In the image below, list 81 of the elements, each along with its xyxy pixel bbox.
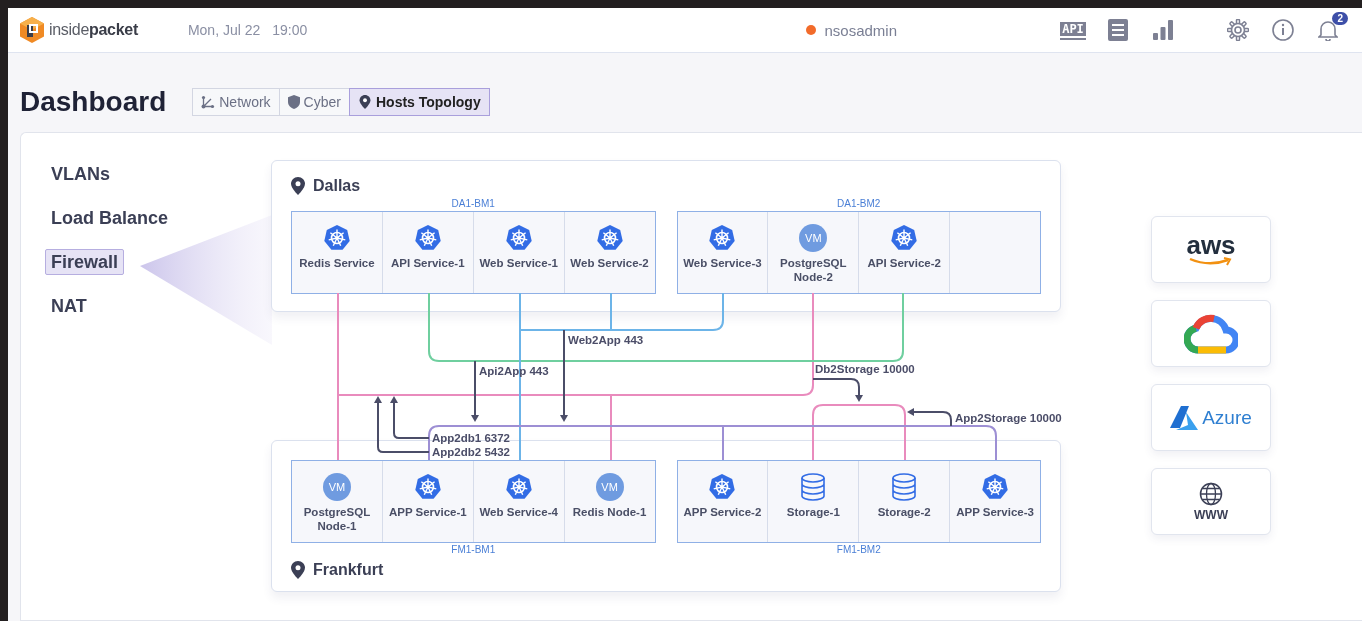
node-label: Web Service-2 bbox=[570, 256, 649, 270]
tab[interactable]: Network bbox=[193, 88, 280, 115]
map-pin-icon bbox=[291, 561, 305, 579]
menu-item[interactable]: NAT bbox=[45, 293, 93, 319]
kubernetes-icon bbox=[981, 473, 1010, 501]
bell-icon bbox=[1318, 19, 1338, 41]
cloud-provider-card[interactable]: WWW bbox=[1151, 468, 1271, 535]
azure-logo-text: Azure bbox=[1202, 406, 1252, 429]
user-name: nsosadmin bbox=[824, 21, 897, 39]
node-label: Web Service-3 bbox=[683, 256, 762, 270]
menu-item[interactable]: Firewall bbox=[45, 249, 125, 275]
node-label: Storage-1 bbox=[786, 505, 840, 519]
kubernetes-icon bbox=[413, 473, 442, 501]
flow-label: App2Storage 10000 bbox=[955, 412, 1062, 424]
kubernetes-icon bbox=[413, 224, 442, 252]
cloud-icon bbox=[1184, 313, 1238, 354]
site-name: Dallas bbox=[313, 177, 361, 195]
azure-logo-icon bbox=[1170, 405, 1199, 430]
host-label: FM1-BM1 bbox=[450, 543, 497, 557]
logo-icon bbox=[20, 17, 44, 43]
node-label: APP Service-3 bbox=[956, 505, 1034, 519]
menu-item[interactable]: VLANs bbox=[45, 161, 116, 187]
settings-icon bbox=[1227, 19, 1249, 41]
kubernetes-icon bbox=[708, 224, 737, 252]
node-label: Web Service-4 bbox=[479, 505, 558, 519]
bar-chart-icon bbox=[1153, 20, 1173, 40]
logo-text: insidepacket bbox=[49, 21, 138, 39]
kubernetes-icon bbox=[504, 473, 533, 501]
menu-item[interactable]: Load Balance bbox=[45, 205, 175, 231]
flow-label: Db2Storage 10000 bbox=[815, 363, 915, 375]
node-label: APP Service-2 bbox=[683, 505, 762, 519]
api-button[interactable]: API bbox=[1057, 14, 1089, 46]
node-label: API Service-2 bbox=[867, 256, 941, 270]
flow-arrow bbox=[374, 396, 430, 453]
flow-label: App2db1 6372 bbox=[432, 432, 510, 444]
node-label: Redis Node-1 bbox=[572, 505, 647, 519]
globe-icon bbox=[1199, 481, 1223, 506]
shield-icon bbox=[287, 94, 300, 109]
database-icon bbox=[891, 473, 918, 501]
node-label: Web Service-1 bbox=[479, 256, 558, 270]
flow-label: App2db2 5432 bbox=[432, 446, 510, 458]
flow-arrow bbox=[907, 408, 952, 427]
kubernetes-icon bbox=[890, 224, 919, 252]
tab[interactable]: Hosts Topology bbox=[349, 88, 489, 115]
vm-badge: VM bbox=[322, 473, 351, 501]
cloud-provider-card[interactable] bbox=[1151, 300, 1271, 367]
site-name: Frankfurt bbox=[313, 561, 384, 579]
map-pin-icon bbox=[357, 94, 372, 109]
node-label: Redis Service bbox=[299, 256, 375, 270]
cloud-provider-card[interactable]: Azure bbox=[1151, 384, 1271, 451]
flow-arrow bbox=[812, 378, 863, 402]
host-label: DA1-BM2 bbox=[836, 197, 882, 211]
map-pin-icon bbox=[291, 177, 305, 195]
notification-badge: 2 bbox=[1332, 12, 1348, 25]
kubernetes-icon bbox=[322, 224, 351, 252]
www-text: WWW bbox=[1194, 507, 1228, 522]
node-label: PostgreSQL Node-1 bbox=[302, 505, 372, 533]
date-text: Mon, Jul 22 bbox=[187, 22, 261, 38]
host-label: FM1-BM2 bbox=[835, 543, 882, 557]
host-label: DA1-BM1 bbox=[450, 197, 496, 211]
node-label: PostgreSQL Node-2 bbox=[779, 256, 848, 284]
info-icon bbox=[1272, 19, 1294, 41]
kubernetes-icon bbox=[595, 224, 624, 252]
page-title: Dashboard bbox=[20, 85, 167, 118]
flow-arrow bbox=[390, 396, 430, 439]
node-label: API Service-1 bbox=[391, 256, 465, 270]
list-icon bbox=[1108, 19, 1128, 41]
node-label: APP Service-1 bbox=[388, 505, 467, 519]
aws-logo-text: aws bbox=[1186, 232, 1236, 257]
flow-arrow bbox=[471, 360, 479, 422]
flow-label: Web2App 443 bbox=[568, 334, 644, 346]
network-icon bbox=[201, 94, 216, 109]
vm-badge: VM bbox=[595, 473, 624, 501]
kubernetes-icon bbox=[504, 224, 533, 252]
database-icon bbox=[800, 473, 827, 501]
node-label: Storage-2 bbox=[877, 505, 931, 519]
kubernetes-icon bbox=[708, 473, 737, 501]
time-text: 19:00 bbox=[272, 22, 308, 38]
cloud-provider-card[interactable]: aws bbox=[1151, 216, 1271, 283]
smile-arrow-icon bbox=[1189, 256, 1233, 267]
vm-badge: VM bbox=[799, 224, 828, 252]
